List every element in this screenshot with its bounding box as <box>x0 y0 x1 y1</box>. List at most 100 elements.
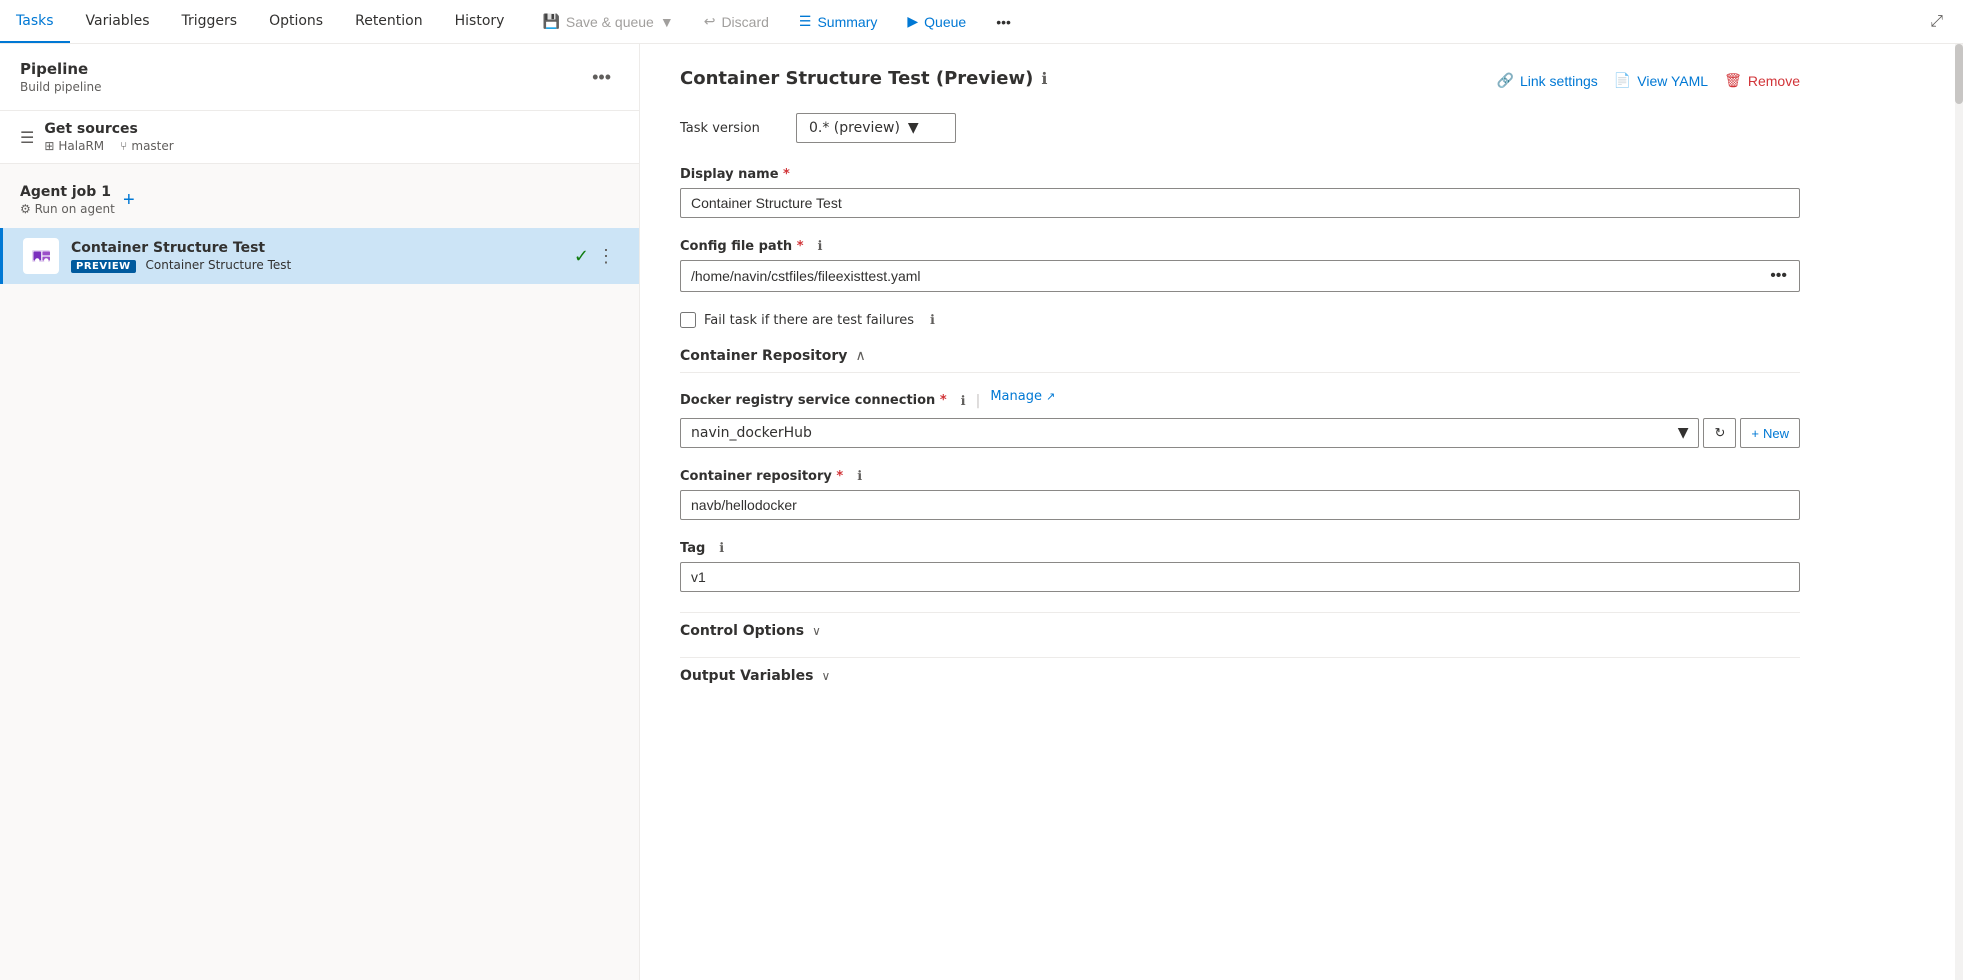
repo-meta: ⊞ HalaRM <box>44 139 104 153</box>
container-repo-info-button[interactable]: ℹ <box>857 468 862 484</box>
agent-job-info: Agent job 1 ⚙ Run on agent <box>20 184 115 216</box>
docker-registry-select-row: navin_dockerHub ▼ ↻ + New <box>680 418 1800 448</box>
container-repo-section-header: Container Repository ∧ <box>680 348 1800 373</box>
task-version-row: Task version 0.* (preview) ▼ <box>680 113 1800 143</box>
remove-button[interactable]: 🗑 Remove <box>1724 68 1800 93</box>
pipeline-header: Pipeline Build pipeline ••• <box>0 44 639 111</box>
summary-button[interactable]: ☰ Summary <box>786 6 890 37</box>
new-connection-button[interactable]: + New <box>1740 418 1800 448</box>
tag-info-button[interactable]: ℹ <box>719 540 724 556</box>
container-repo-input[interactable] <box>680 490 1800 520</box>
branch-icon: ⑂ <box>120 139 127 153</box>
list-icon: ☰ <box>20 128 34 147</box>
discard-icon: ↩ <box>704 13 716 30</box>
docker-registry-dropdown[interactable]: navin_dockerHub ▼ <box>680 418 1699 448</box>
config-label-row: Config file path * ℹ <box>680 238 1800 254</box>
trash-icon: 🗑 <box>1724 72 1742 89</box>
config-info-icon-button[interactable]: ℹ <box>818 238 823 254</box>
tab-triggers[interactable]: Triggers <box>166 0 254 43</box>
task-header: Container Structure Test (Preview) ℹ 🔗 L… <box>680 68 1800 93</box>
yaml-icon: 📄 <box>1614 72 1631 89</box>
container-repo-label-row: Container repository * ℹ <box>680 468 1800 484</box>
task-item[interactable]: Container Structure Test PREVIEW Contain… <box>0 228 639 284</box>
fail-task-info-button[interactable]: ℹ <box>930 312 935 328</box>
task-icon-wrapper <box>23 238 59 274</box>
container-task-icon <box>29 244 53 268</box>
nav-actions: 💾 Save & queue ▼ ↩ Discard ☰ Summary ▶ Q… <box>529 6 1023 37</box>
scrollbar-thumb[interactable] <box>1955 44 1963 104</box>
tag-label-row: Tag ℹ <box>680 540 1800 556</box>
pipeline-more-button[interactable]: ••• <box>584 63 619 92</box>
container-repo-field: Container repository * ℹ <box>680 468 1800 520</box>
save-queue-button[interactable]: 💾 Save & queue ▼ <box>529 6 686 37</box>
task-sub: PREVIEW Container Structure Test <box>71 258 574 273</box>
left-panel: Pipeline Build pipeline ••• ☰ Get source… <box>0 44 640 980</box>
agent-job-title: Agent job 1 <box>20 184 115 200</box>
right-panel-inner: Container Structure Test (Preview) ℹ 🔗 L… <box>640 44 1840 726</box>
container-repo-title: Container Repository <box>680 348 847 364</box>
task-header-title: Container Structure Test (Preview) <box>680 68 1033 89</box>
manage-external-icon: ↗ <box>1046 390 1055 403</box>
task-version-label: Task version <box>680 121 780 136</box>
version-select[interactable]: 0.* (preview) ▼ <box>796 113 956 143</box>
tab-options[interactable]: Options <box>253 0 339 43</box>
refresh-button[interactable]: ↻ <box>1703 418 1736 448</box>
top-nav: Tasks Variables Triggers Options Retenti… <box>0 0 1963 44</box>
tab-variables[interactable]: Variables <box>70 0 166 43</box>
task-info: Container Structure Test PREVIEW Contain… <box>71 240 574 273</box>
task-info-icon-button[interactable]: ℹ <box>1041 69 1047 89</box>
get-sources-row: ☰ Get sources ⊞ HalaRM ⑂ master <box>0 111 639 164</box>
add-task-button[interactable]: + <box>115 186 143 214</box>
control-options-title: Control Options <box>680 623 804 639</box>
manage-link[interactable]: Manage ↗ <box>990 389 1055 412</box>
control-options-chevron-icon: ∨ <box>812 624 821 638</box>
save-chevron-icon: ▼ <box>660 14 674 30</box>
config-browse-button[interactable]: ••• <box>1758 260 1800 292</box>
config-file-path-field: Config file path * ℹ ••• <box>680 238 1800 292</box>
display-name-required: * <box>783 167 790 182</box>
tag-label: Tag <box>680 541 705 556</box>
tab-history[interactable]: History <box>439 0 521 43</box>
branch-meta: ⑂ master <box>120 139 174 153</box>
discard-button[interactable]: ↩ Discard <box>691 6 782 37</box>
expand-button[interactable]: ⤢ <box>1922 5 1951 39</box>
repo-required: * <box>836 469 843 484</box>
task-header-left: Container Structure Test (Preview) ℹ <box>680 68 1047 89</box>
repo-collapse-icon[interactable]: ∧ <box>855 348 865 364</box>
docker-registry-label: Docker registry service connection * <box>680 393 947 408</box>
task-name: Container Structure Test <box>71 240 574 256</box>
control-options-header[interactable]: Control Options ∨ <box>680 612 1800 649</box>
repo-icon: ⊞ <box>44 139 54 153</box>
nav-tabs: Tasks Variables Triggers Options Retenti… <box>0 0 520 43</box>
config-file-input[interactable] <box>680 260 1758 292</box>
dropdown-chevron-icon: ▼ <box>1678 425 1689 441</box>
output-variables-title: Output Variables <box>680 668 813 684</box>
output-variables-header[interactable]: Output Variables ∨ <box>680 657 1800 694</box>
display-name-input[interactable] <box>680 188 1800 218</box>
task-kebab-button[interactable]: ⋮ <box>593 242 619 271</box>
get-sources-meta: ⊞ HalaRM ⑂ master <box>44 139 173 153</box>
save-icon: 💾 <box>542 13 559 30</box>
fail-task-label[interactable]: Fail task if there are test failures <box>704 313 914 328</box>
get-sources-info: Get sources ⊞ HalaRM ⑂ master <box>44 121 173 153</box>
link-settings-button[interactable]: 🔗 Link settings <box>1497 68 1598 93</box>
right-panel: Container Structure Test (Preview) ℹ 🔗 L… <box>640 44 1963 980</box>
agent-icon: ⚙ <box>20 202 31 216</box>
fail-task-checkbox[interactable] <box>680 312 696 328</box>
docker-registry-value: navin_dockerHub <box>691 425 812 441</box>
tab-retention[interactable]: Retention <box>339 0 439 43</box>
pipeline-title: Pipeline <box>20 60 102 78</box>
docker-required: * <box>940 393 947 408</box>
more-options-button[interactable]: ••• <box>983 7 1024 37</box>
summary-icon: ☰ <box>799 13 812 30</box>
docker-info-icon-button[interactable]: ℹ <box>961 393 966 409</box>
tab-tasks[interactable]: Tasks <box>0 0 70 43</box>
config-required: * <box>797 239 804 254</box>
queue-button[interactable]: ▶ Queue <box>894 6 979 37</box>
tag-input[interactable] <box>680 562 1800 592</box>
container-repo-label: Container repository * <box>680 469 843 484</box>
view-yaml-button[interactable]: 📄 View YAML <box>1614 68 1708 93</box>
task-actions: ✓ ⋮ <box>574 242 619 271</box>
agent-job-subtitle: ⚙ Run on agent <box>20 202 115 216</box>
docker-divider: | <box>976 393 981 409</box>
